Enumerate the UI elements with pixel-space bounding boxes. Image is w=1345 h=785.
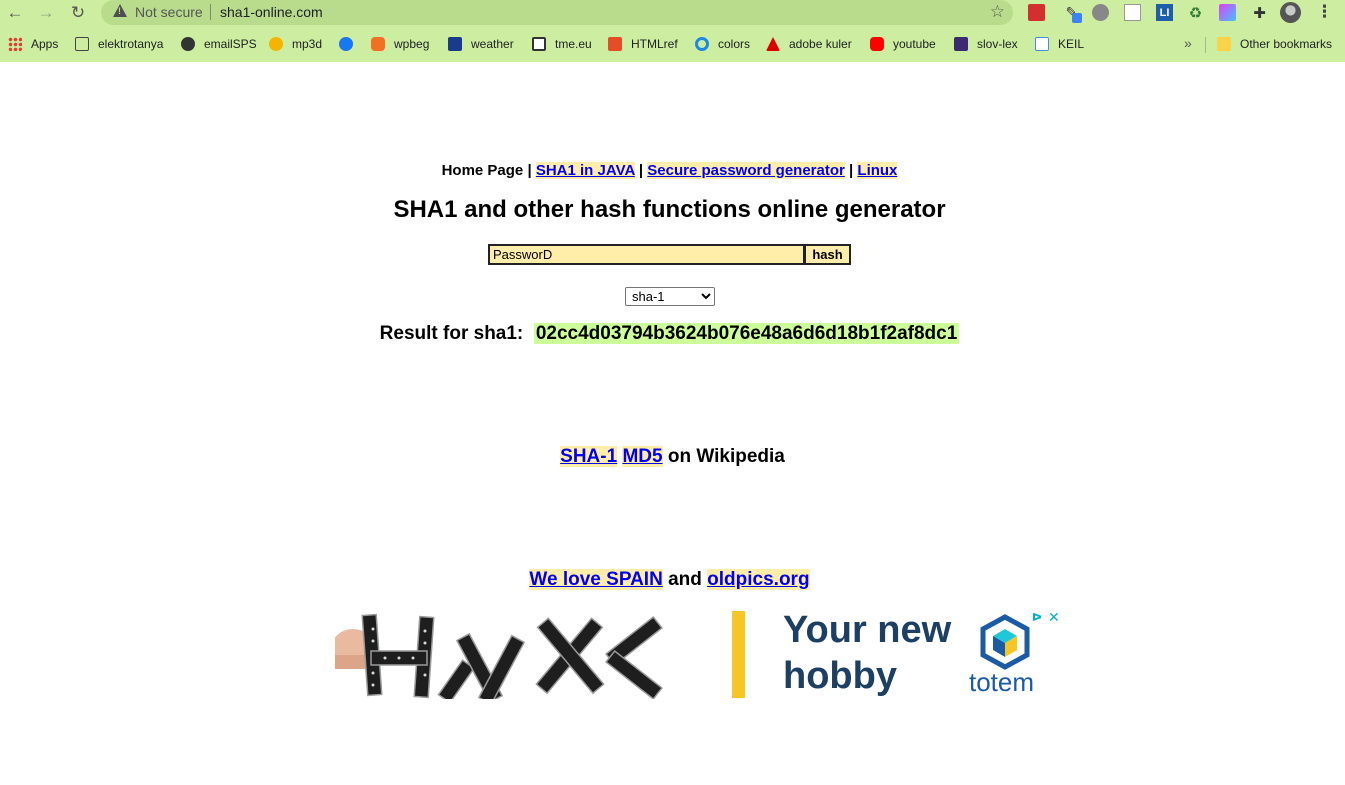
bookmark-facebook[interactable] — [339, 35, 362, 53]
back-arrow-icon[interactable]: ← — [4, 2, 26, 24]
bookmark-elektrotanya[interactable]: elektrotanya — [75, 35, 163, 53]
hash-button[interactable]: hash — [804, 244, 851, 265]
forward-arrow-icon[interactable]: → — [35, 2, 57, 24]
hash-form: hash — [488, 244, 852, 266]
extension-red-icon[interactable] — [1028, 4, 1045, 21]
bookmark-colors[interactable]: colors — [695, 35, 750, 53]
nav-link-sha1-java[interactable]: SHA1 in JAVA — [535, 162, 635, 179]
youtube-icon — [870, 37, 884, 51]
ad-accent-bar — [732, 611, 745, 698]
bookmark-star-icon[interactable]: ☆ — [990, 2, 1005, 22]
link-we-love-spain[interactable]: We love SPAIN — [529, 569, 663, 590]
bookmark-mp3d[interactable]: mp3d — [269, 35, 322, 53]
facebook-icon — [339, 37, 353, 51]
wiki-link-md5[interactable]: MD5 — [622, 446, 663, 467]
bookmark-keil[interactable]: KEIL — [1035, 35, 1084, 53]
browser-menu-icon[interactable]: ⋮ — [1316, 2, 1333, 22]
bookmarks-divider — [1205, 37, 1206, 53]
nav-link-linux[interactable]: Linux — [857, 162, 898, 179]
nav-separator: | — [523, 162, 536, 179]
ad-brand-name: totem — [969, 667, 1035, 697]
security-status-text[interactable]: Not secure — [135, 4, 203, 20]
nav-separator: | — [634, 162, 648, 179]
bookmark-wpbeg[interactable]: wpbeg — [371, 35, 429, 53]
bookmark-slov-lex[interactable]: slov-lex — [954, 35, 1018, 53]
nav-home-text: Home Page — [441, 162, 524, 179]
nav-link-password-generator[interactable]: Secure password generator — [647, 162, 845, 179]
extensions-puzzle-icon[interactable]: ✚ — [1251, 4, 1268, 22]
extension-pen-badge-icon — [1072, 13, 1082, 23]
ad-headline-line2: hobby — [783, 655, 897, 697]
extension-li-icon[interactable]: LI — [1156, 4, 1173, 21]
hash-text-input[interactable] — [488, 244, 804, 265]
bookmark-htmlref[interactable]: HTMLref — [608, 35, 678, 53]
top-navigation: Home Page | SHA1 in JAVA | Secure passwo… — [0, 162, 1339, 179]
bookmark-emailsps[interactable]: emailSPS — [181, 35, 257, 53]
url-text[interactable]: sha1-online.com — [220, 4, 323, 20]
extension-page-icon[interactable] — [1124, 4, 1141, 21]
profile-avatar[interactable] — [1280, 2, 1301, 23]
wpbeg-icon — [371, 37, 385, 51]
globe-icon — [181, 37, 195, 51]
browser-chrome: ← → ↻ Not secure sha1-online.com ☆ ✎ LI … — [0, 0, 1345, 62]
adobe-icon — [766, 37, 780, 51]
result-row: Result for sha1: 02cc4d03794b3624b076e48… — [0, 323, 1339, 345]
elektrotanya-icon — [75, 37, 89, 51]
sk-icon — [269, 37, 283, 51]
result-hash-value: 02cc4d03794b3624b076e48a6d6d18b1f2af8dc1 — [533, 323, 960, 344]
page-content: Home Page | SHA1 in JAVA | Secure passwo… — [0, 62, 1345, 785]
advertisement-banner[interactable]: Your new hobby totem ᐅ ✕ — [335, 609, 1063, 699]
weather-channel-icon — [448, 37, 462, 51]
ad-headline-line1: Your new — [783, 609, 952, 651]
bookmark-other-folder[interactable]: Other bookmarks — [1217, 35, 1332, 53]
ad-choices-icon[interactable]: ᐅ — [1032, 611, 1042, 624]
bookmarks-bar: Apps elektrotanya emailSPS mp3d wpbeg we… — [0, 30, 1345, 58]
more-bookmarks-chevron-icon[interactable]: » — [1184, 35, 1192, 51]
warning-triangle-icon[interactable] — [113, 4, 127, 17]
folder-icon — [1217, 37, 1231, 51]
bookmark-weather[interactable]: weather — [448, 35, 514, 53]
ad-close-icon[interactable]: ✕ — [1048, 609, 1060, 626]
html5-icon — [608, 37, 622, 51]
address-bar-divider — [210, 4, 211, 20]
wiki-link-sha1[interactable]: SHA-1 — [560, 446, 618, 467]
bookmark-youtube[interactable]: youtube — [870, 35, 936, 53]
result-label: Result for sha1: — [379, 323, 524, 344]
totem-cube-logo-icon — [980, 614, 1030, 670]
address-bar[interactable]: Not secure sha1-online.com ☆ — [101, 0, 1013, 25]
partner-and-text: and — [668, 569, 702, 590]
page-title: SHA1 and other hash functions online gen… — [393, 196, 946, 223]
wikipedia-links: SHA-1 MD5 on Wikipedia — [0, 446, 1345, 468]
ad-hack-letters-image — [335, 613, 664, 699]
colors-icon — [695, 37, 709, 51]
algorithm-select[interactable]: sha-1 — [625, 287, 715, 306]
tme-icon — [532, 37, 546, 51]
nav-separator: | — [844, 162, 858, 179]
bookmark-tme[interactable]: tme.eu — [532, 35, 592, 53]
partner-links: We love SPAIN and oldpics.org — [0, 569, 1339, 591]
browser-toolbar: ← → ↻ Not secure sha1-online.com ☆ ✎ LI … — [0, 0, 1345, 26]
bookmark-apps[interactable]: Apps — [8, 35, 58, 53]
apps-grid-icon — [8, 37, 22, 51]
slov-lex-icon — [954, 37, 968, 51]
extension-gear-icon[interactable] — [1092, 4, 1109, 21]
extension-recycle-icon[interactable]: ♻ — [1187, 4, 1204, 22]
bookmark-adobe-kuler[interactable]: adobe kuler — [766, 35, 852, 53]
keil-icon — [1035, 37, 1049, 51]
wiki-suffix-text: on Wikipedia — [667, 446, 785, 467]
link-oldpics[interactable]: oldpics.org — [707, 569, 810, 590]
reload-icon[interactable]: ↻ — [67, 2, 89, 24]
extension-gradient-icon[interactable] — [1219, 4, 1236, 21]
